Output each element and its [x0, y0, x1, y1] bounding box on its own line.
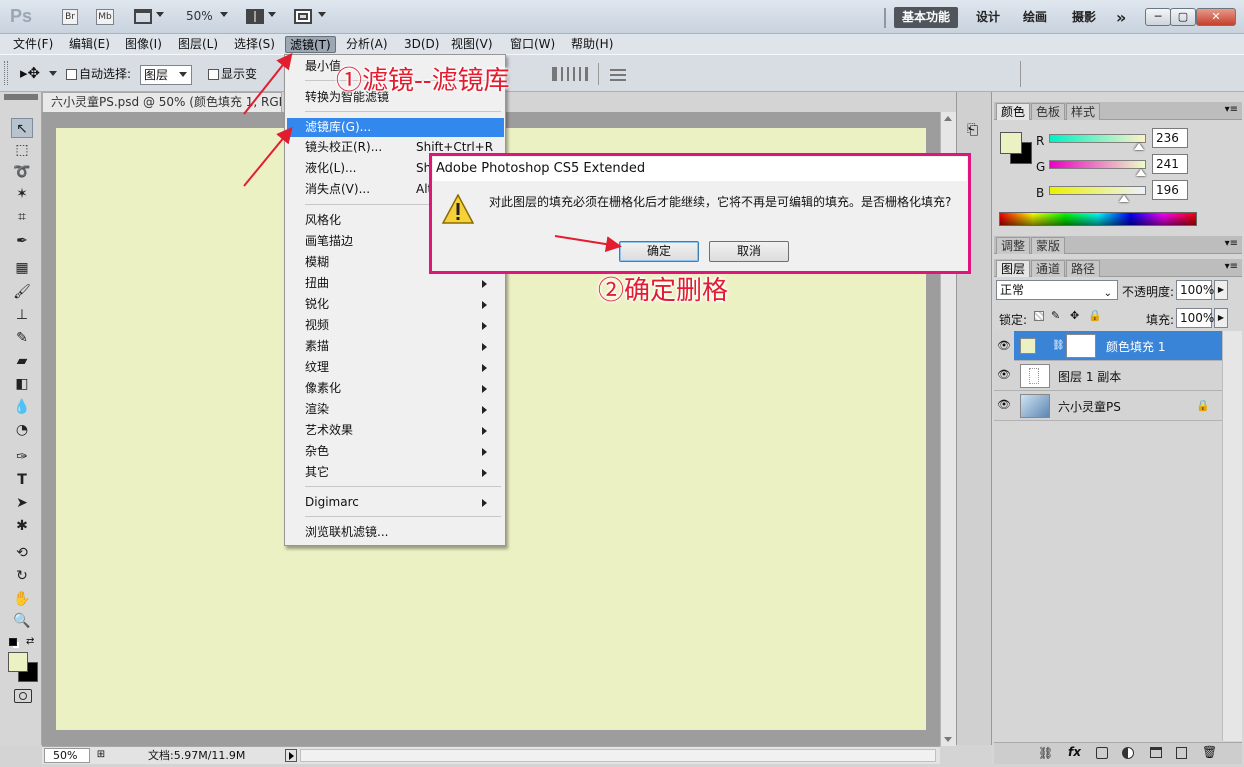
annotation-arrows [243, 52, 622, 253]
annotation-step1: ①滤镜--滤镜库 [336, 66, 510, 96]
arrow-to-filter-menu [243, 52, 293, 115]
annotation-step2: ②确定删格 [598, 276, 729, 306]
arrow-to-filter-gallery [243, 126, 293, 187]
arrow-to-ok-button [554, 235, 622, 253]
